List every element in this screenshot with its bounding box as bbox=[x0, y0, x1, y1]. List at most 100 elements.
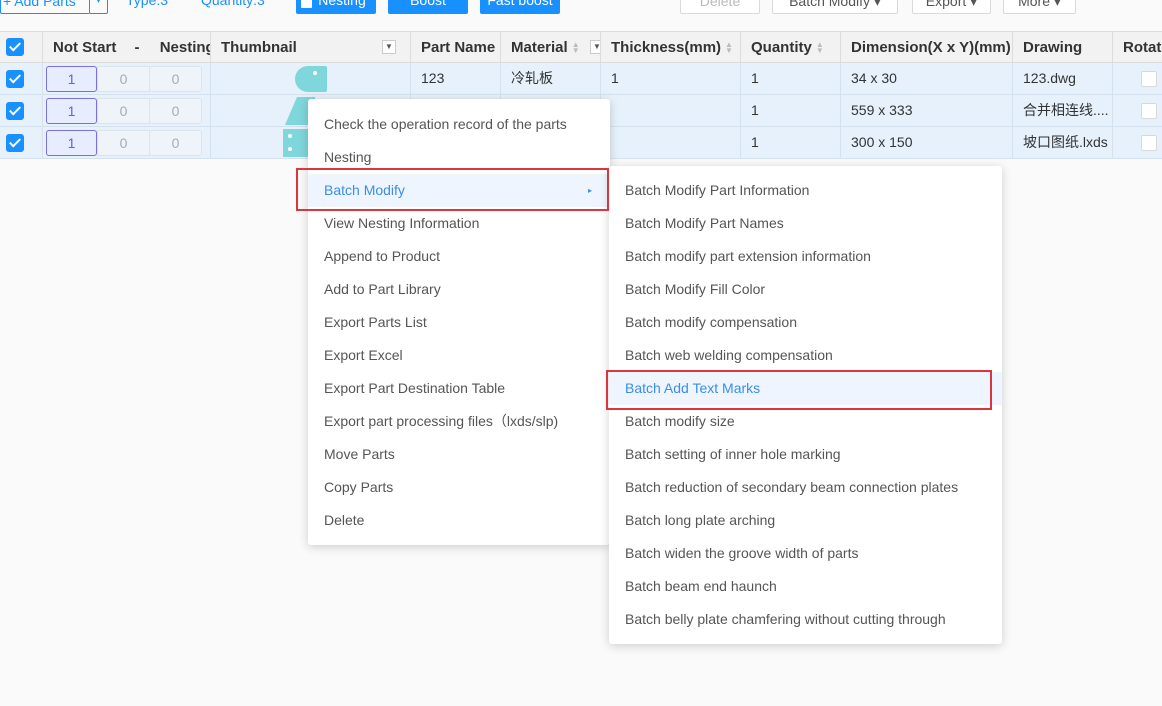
menu-item-export-parts-list[interactable]: Export Parts List bbox=[308, 306, 610, 339]
rotate-checkbox[interactable] bbox=[1141, 103, 1157, 119]
submenu-item-batch-modify-part-information[interactable]: Batch Modify Part Information bbox=[609, 174, 1002, 207]
menu-item-batch-modify[interactable]: Batch Modify ▸ bbox=[308, 174, 610, 207]
menu-item-view-nesting-information[interactable]: View Nesting Information bbox=[308, 207, 610, 240]
part-name-cell[interactable]: 123 bbox=[411, 63, 501, 94]
submenu-item-batch-modify-compensation[interactable]: Batch modify compensation bbox=[609, 306, 1002, 339]
menu-item-append-to-product[interactable]: Append to Product bbox=[308, 240, 610, 273]
table-header: Not Start - Nesting Thumbnail ▼ Part Nam… bbox=[0, 31, 1162, 63]
menu-item-nesting[interactable]: Nesting bbox=[308, 141, 610, 174]
fast-boost-button[interactable]: Fast boost bbox=[480, 0, 560, 14]
thickness-cell[interactable] bbox=[601, 127, 741, 158]
submenu-item-batch-beam-end-haunch[interactable]: Batch beam end haunch bbox=[609, 570, 1002, 603]
submenu-item-batch-setting-inner-hole-marking[interactable]: Batch setting of inner hole marking bbox=[609, 438, 1002, 471]
submenu-item-batch-long-plate-arching[interactable]: Batch long plate arching bbox=[609, 504, 1002, 537]
submenu-item-batch-modify-part-extension-information[interactable]: Batch modify part extension information bbox=[609, 240, 1002, 273]
thickness-cell[interactable] bbox=[601, 95, 741, 126]
status-nested[interactable]: 0 bbox=[149, 66, 202, 92]
filter-dropdown-icon[interactable]: ▼ bbox=[382, 40, 396, 54]
header-dimension[interactable]: Dimension(X x Y)(mm) bbox=[841, 32, 1013, 63]
header-thumbnail-label: Thumbnail bbox=[221, 39, 297, 56]
boost-button[interactable]: Boost bbox=[388, 0, 468, 14]
header-rotate[interactable]: Rotat bbox=[1113, 32, 1162, 63]
header-select-all[interactable] bbox=[0, 32, 43, 63]
add-parts-dropdown-button[interactable]: ▾ bbox=[89, 0, 108, 14]
header-nesting: Nesting bbox=[159, 39, 211, 56]
nesting-button-label: Nesting bbox=[318, 0, 366, 8]
thumbnail-cell bbox=[211, 63, 411, 94]
dimension-cell: 34 x 30 bbox=[841, 63, 1013, 94]
table-row[interactable]: 1 0 0 123 冷轧板 1 1 34 x 30 123.dwg bbox=[0, 63, 1162, 95]
quantity-count: Quantity:3 bbox=[201, 0, 265, 8]
status-cell: 1 0 0 bbox=[43, 127, 211, 158]
status-in-progress[interactable]: 0 bbox=[97, 98, 150, 124]
header-thumbnail: Thumbnail ▼ bbox=[211, 32, 411, 63]
status-in-progress[interactable]: 0 bbox=[97, 130, 150, 156]
more-button[interactable]: More ▾ bbox=[1003, 0, 1076, 14]
menu-item-export-part-destination-table[interactable]: Export Part Destination Table bbox=[308, 372, 610, 405]
status-nested[interactable]: 0 bbox=[149, 98, 202, 124]
drawing-cell[interactable]: 合并相连线.... bbox=[1013, 95, 1113, 126]
header-quantity[interactable]: Quantity ▲ ▼ bbox=[741, 32, 841, 63]
header-rotate-label: Rotat bbox=[1123, 39, 1162, 56]
status-not-start[interactable]: 1 bbox=[46, 66, 97, 92]
sort-icon[interactable]: ▲ ▼ bbox=[725, 41, 733, 55]
menu-item-move-parts[interactable]: Move Parts bbox=[308, 438, 610, 471]
material-cell[interactable]: 冷轧板 bbox=[501, 63, 601, 94]
menu-item-delete[interactable]: Delete bbox=[308, 504, 610, 537]
submenu-item-batch-add-text-marks[interactable]: Batch Add Text Marks bbox=[609, 372, 1002, 405]
select-all-checkbox[interactable] bbox=[6, 38, 24, 56]
export-button[interactable]: Export ▾ bbox=[912, 0, 991, 14]
rotate-checkbox[interactable] bbox=[1141, 71, 1157, 87]
rotate-checkbox[interactable] bbox=[1141, 135, 1157, 151]
menu-item-batch-modify-label: Batch Modify bbox=[324, 182, 405, 198]
submenu-item-batch-modify-fill-color[interactable]: Batch Modify Fill Color bbox=[609, 273, 1002, 306]
header-status: Not Start - Nesting bbox=[43, 32, 211, 63]
status-cell: 1 0 0 bbox=[43, 63, 211, 94]
header-part-name[interactable]: Part Name bbox=[411, 32, 501, 63]
header-material[interactable]: Material ▲ ▼ ▼ bbox=[501, 32, 601, 63]
sort-icon[interactable]: ▲ ▼ bbox=[816, 41, 824, 55]
drawing-cell[interactable]: 坡口图纸.lxds bbox=[1013, 127, 1113, 158]
row-select-cell[interactable] bbox=[0, 95, 43, 126]
header-drawing[interactable]: Drawing bbox=[1013, 32, 1113, 63]
filter-dropdown-icon[interactable]: ▼ bbox=[590, 40, 600, 54]
header-thickness[interactable]: Thickness(mm) ▲ ▼ bbox=[601, 32, 741, 63]
quantity-cell[interactable]: 1 bbox=[741, 95, 841, 126]
row-select-cell[interactable] bbox=[0, 127, 43, 158]
drawing-cell[interactable]: 123.dwg bbox=[1013, 63, 1113, 94]
row-checkbox[interactable] bbox=[6, 70, 24, 88]
delete-button[interactable]: Delete bbox=[680, 0, 760, 14]
status-not-start[interactable]: 1 bbox=[46, 98, 97, 124]
row-checkbox[interactable] bbox=[6, 134, 24, 152]
submenu-item-batch-modify-part-names[interactable]: Batch Modify Part Names bbox=[609, 207, 1002, 240]
status-nested[interactable]: 0 bbox=[149, 130, 202, 156]
row-select-cell[interactable] bbox=[0, 63, 43, 94]
thickness-cell[interactable]: 1 bbox=[601, 63, 741, 94]
row-checkbox[interactable] bbox=[6, 102, 24, 120]
document-icon bbox=[301, 0, 312, 8]
header-part-name-label: Part Name bbox=[421, 39, 496, 56]
sort-icon[interactable]: ▲ ▼ bbox=[572, 41, 580, 55]
menu-item-export-excel[interactable]: Export Excel bbox=[308, 339, 610, 372]
status-not-start[interactable]: 1 bbox=[46, 130, 97, 156]
quantity-cell[interactable]: 1 bbox=[741, 127, 841, 158]
submenu-item-batch-reduction-secondary-beam-plates[interactable]: Batch reduction of secondary beam connec… bbox=[609, 471, 1002, 504]
toolbar: + Add Parts ▾ Type:3 Quantity:3 Nesting … bbox=[0, 0, 1162, 16]
header-drawing-label: Drawing bbox=[1023, 39, 1083, 56]
part-thumbnail bbox=[295, 66, 327, 92]
menu-item-check-operation-record[interactable]: Check the operation record of the parts bbox=[308, 108, 610, 141]
batch-modify-button[interactable]: Batch Modify ▾ bbox=[772, 0, 898, 14]
status-in-progress[interactable]: 0 bbox=[97, 66, 150, 92]
nesting-button[interactable]: Nesting bbox=[296, 0, 376, 14]
dimension-cell: 559 x 333 bbox=[841, 95, 1013, 126]
menu-item-add-to-part-library[interactable]: Add to Part Library bbox=[308, 273, 610, 306]
menu-item-copy-parts[interactable]: Copy Parts bbox=[308, 471, 610, 504]
quantity-cell[interactable]: 1 bbox=[741, 63, 841, 94]
submenu-item-batch-belly-plate-chamfering[interactable]: Batch belly plate chamfering without cut… bbox=[609, 603, 1002, 636]
menu-item-export-part-processing-files[interactable]: Export part processing files（lxds/slp) bbox=[308, 405, 610, 438]
submenu-item-batch-web-welding-compensation[interactable]: Batch web welding compensation bbox=[609, 339, 1002, 372]
submenu-item-batch-modify-size[interactable]: Batch modify size bbox=[609, 405, 1002, 438]
add-parts-button[interactable]: + Add Parts bbox=[0, 0, 90, 14]
hole-mark bbox=[288, 147, 292, 151]
submenu-item-batch-widen-groove-width[interactable]: Batch widen the groove width of parts bbox=[609, 537, 1002, 570]
